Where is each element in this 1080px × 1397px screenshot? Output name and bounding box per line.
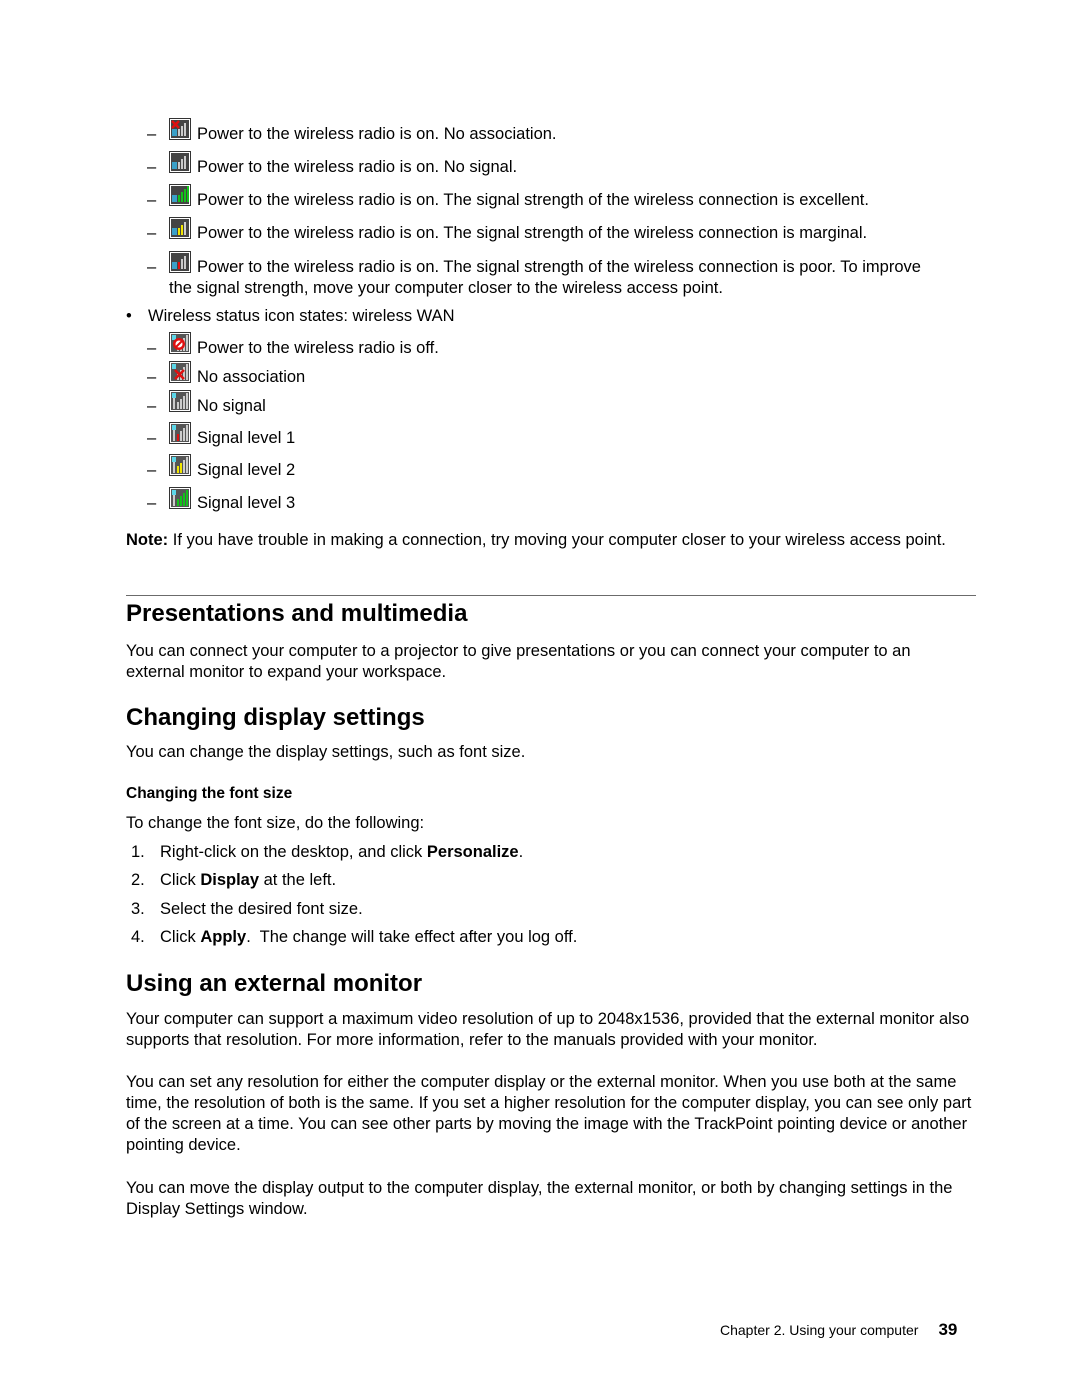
wireless-lan-signal-poor-icon	[169, 251, 191, 273]
step-item: 2. Click Display at the left.	[131, 871, 337, 889]
bullet-icon: •	[126, 307, 132, 325]
wireless-lan-no-association-icon	[169, 118, 191, 140]
wireless-lan-signal-marginal-icon	[169, 217, 191, 239]
section-title-monitor: Using an external monitor	[126, 970, 423, 997]
wireless-wan-signal-level-1-icon	[169, 422, 191, 444]
monitor-paragraph-3: You can move the display output to the c…	[126, 1179, 953, 1218]
list-item: – No association	[147, 361, 306, 389]
presentations-body: You can connect your computer to a proje…	[126, 642, 911, 681]
list-item: – Power to the wireless radio is on. The…	[147, 184, 869, 212]
list-item: – No signal	[147, 390, 266, 418]
wireless-wan-signal-level-3-icon	[169, 487, 191, 509]
list-item: – Power to the wireless radio is off.	[147, 332, 439, 360]
wireless-wan-no-signal-icon	[169, 390, 191, 412]
font-size-intro: To change the font size, do the followin…	[126, 814, 425, 832]
section-title-presentations: Presentations and multimedia	[126, 600, 468, 627]
status-text: Power to the wireless radio is on. No as…	[197, 125, 557, 143]
status-text: Power to the wireless radio is on. The s…	[197, 224, 868, 242]
note: Note: If you have trouble in making a co…	[126, 530, 976, 551]
step-item: 1. Right-click on the desktop, and click …	[131, 843, 524, 861]
list-item: – Power to the wireless radio is on. No …	[147, 118, 557, 146]
step-item: 4. Click Apply. The change will take effe…	[131, 928, 578, 946]
status-text: No signal	[197, 397, 266, 415]
display-body: You can change the display settings, suc…	[126, 743, 526, 761]
status-text: Power to the wireless radio is on. No si…	[197, 158, 518, 176]
section-divider	[126, 595, 976, 596]
status-text-continued: the signal strength, move your computer …	[169, 279, 723, 297]
note-label: Note:	[126, 531, 169, 549]
status-text: Signal level 1	[197, 429, 296, 447]
bullet-item: • Wireless status icon states: wireless W…	[126, 306, 455, 327]
wireless-wan-no-association-icon	[169, 361, 191, 383]
list-item: – Signal level 3	[147, 487, 296, 515]
wireless-lan-no-signal-icon	[169, 151, 191, 173]
status-text: Power to the wireless radio is on. The s…	[197, 258, 921, 276]
wireless-wan-signal-level-2-icon	[169, 454, 191, 476]
status-text: Signal level 2	[197, 461, 296, 479]
list-item: – Power to the wireless radio is on. The…	[147, 217, 868, 245]
wireless-lan-signal-excellent-icon	[169, 184, 191, 206]
list-item: – Signal level 2	[147, 454, 296, 482]
note-text: If you have trouble in making a connecti…	[168, 531, 946, 549]
status-text: No association	[197, 368, 306, 386]
list-item: – Signal level 1	[147, 422, 296, 450]
wireless-wan-off-icon	[169, 332, 191, 354]
status-text: Signal level 3	[197, 494, 296, 512]
list-item: – Power to the wireless radio is on. The…	[147, 251, 921, 279]
monitor-paragraph-2: You can set any resolution for either th…	[126, 1073, 972, 1154]
bullet-text: Wireless status icon states: wireless WA…	[148, 307, 455, 325]
monitor-paragraph-1: Your computer can support a maximum vide…	[126, 1010, 970, 1049]
chapter-label: Chapter 2. Using your computer	[720, 1322, 919, 1338]
list-item: – Power to the wireless radio is on. No …	[147, 151, 518, 179]
section-title-display: Changing display settings	[126, 704, 425, 731]
status-text: Power to the wireless radio is on. The s…	[197, 191, 869, 209]
page-footer: Chapter 2. Using your computer 39	[720, 1320, 957, 1340]
status-text: Power to the wireless radio is off.	[197, 339, 439, 357]
page-number: 39	[938, 1320, 958, 1339]
subsection-title-font-size: Changing the font size	[126, 785, 293, 802]
step-item: 3. Select the desired font size.	[131, 900, 363, 918]
